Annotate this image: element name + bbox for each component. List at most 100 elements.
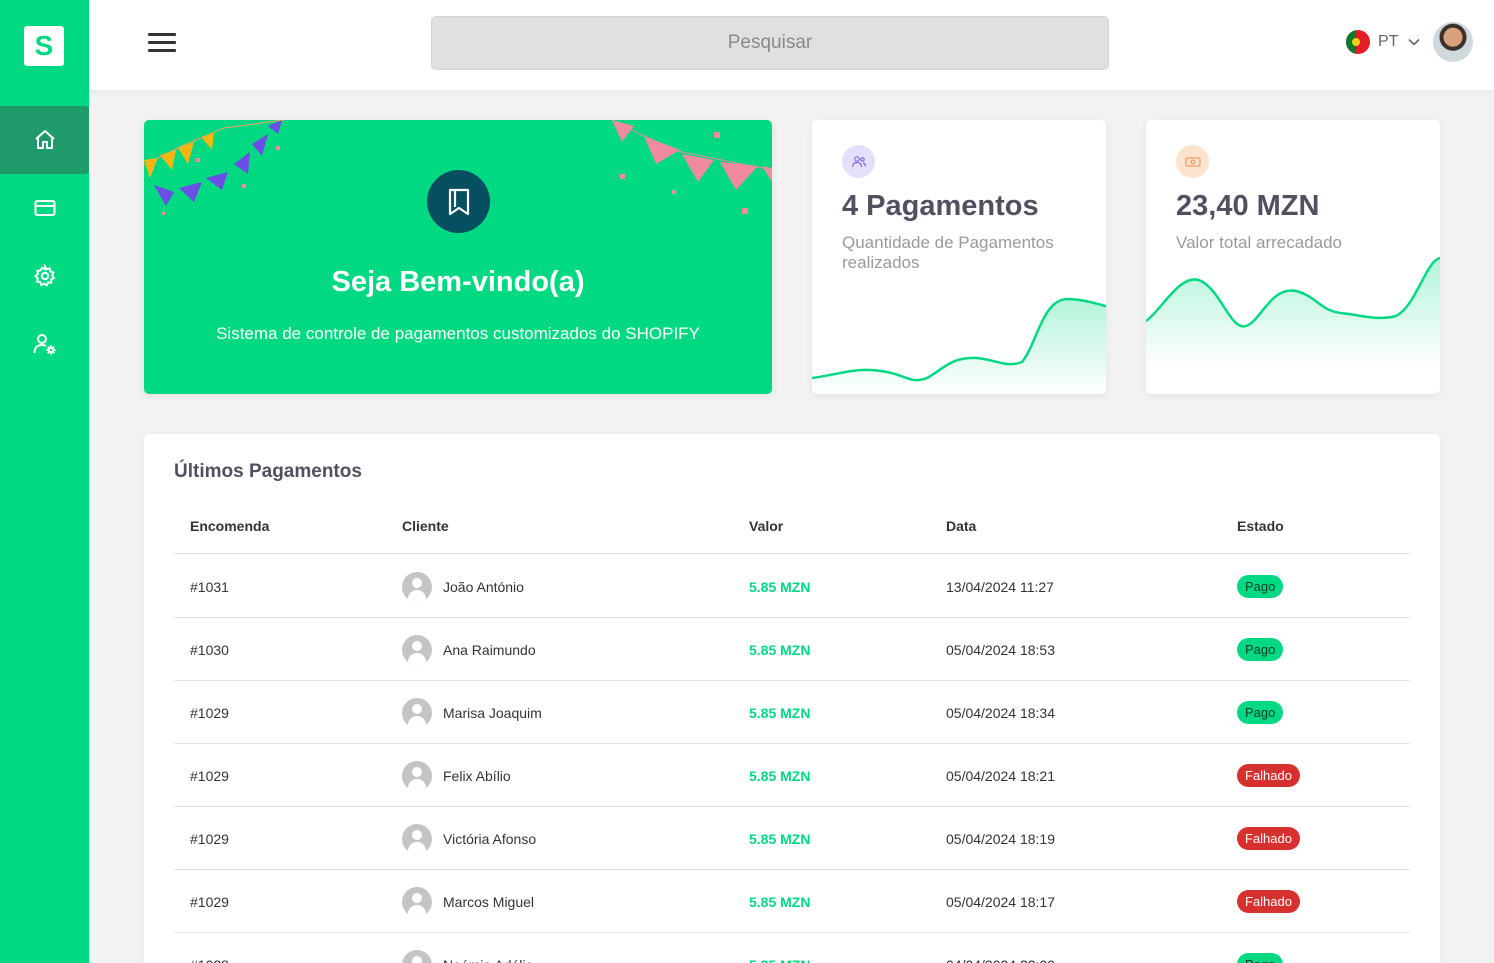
user-avatar[interactable] (1433, 22, 1473, 62)
status-badge: Falhado (1237, 764, 1300, 787)
stat-value: 4 Pagamentos (842, 190, 1039, 222)
amount-cell: 5.85 MZN (749, 641, 811, 658)
date-cell: 05/04/2024 18:19 (946, 830, 1055, 847)
table-row[interactable]: #1029 Marisa Joaquim 5.85 MZN 05/04/2024 18… (174, 681, 1410, 744)
portugal-flag-icon (1346, 30, 1370, 54)
client-name: João António (443, 578, 524, 595)
welcome-subtitle: Sistema de controle de pagamentos custom… (216, 324, 700, 343)
table-header: Encomenda Cliente Valor Data Estado (174, 506, 1410, 554)
stat-card-total-value: 23,40 MZN Valor total arrecadado (1146, 120, 1440, 394)
column-header-status[interactable]: Estado (1237, 518, 1284, 534)
order-cell: #1031 (190, 578, 229, 595)
column-header-order[interactable]: Encomenda (190, 518, 269, 534)
column-header-amount[interactable]: Valor (749, 518, 783, 534)
status-badge: Pago (1237, 638, 1284, 661)
amount-cell: 5.85 MZN (749, 704, 811, 721)
order-cell: #1029 (190, 704, 229, 721)
client-avatar-icon (402, 886, 432, 917)
status-badge: Falhado (1237, 827, 1300, 850)
client-avatar-icon (402, 697, 432, 728)
table-row[interactable]: #1029 Marcos Miguel 5.85 MZN 05/04/2024 18:… (174, 870, 1410, 933)
client-avatar-icon (402, 823, 432, 854)
money-icon (1184, 156, 1201, 167)
hamburger-menu-button[interactable] (148, 33, 176, 53)
table-row[interactable]: #1030 Ana Raimundo 5.85 MZN 05/04/2024 18:5… (174, 618, 1410, 681)
bookmark-book-icon (448, 188, 469, 215)
status-cell: Falhado (1237, 744, 1300, 807)
stat-icon (842, 145, 875, 178)
stat-value: 23,40 MZN (1176, 190, 1320, 222)
settings-gear-icon (33, 264, 55, 287)
stat-icon (1176, 145, 1209, 178)
date-cell: 05/04/2024 18:17 (946, 893, 1055, 910)
order-cell: #1029 (190, 893, 229, 910)
bunting-decoration-left (144, 120, 285, 215)
client-cell: Marcos Miguel (402, 870, 534, 933)
client-name: Felix Abílio (443, 767, 511, 784)
client-avatar-icon (402, 949, 432, 963)
date-cell: 04/04/2024 22:00 (946, 933, 1055, 963)
status-cell: Pago (1237, 681, 1284, 744)
menu-line (148, 41, 176, 44)
language-selector[interactable]: PT (1346, 30, 1421, 54)
sidebar-item-home[interactable] (0, 106, 89, 174)
client-avatar-icon (402, 571, 432, 602)
sparkline-chart (1146, 256, 1440, 366)
table-row[interactable]: #1029 Felix Abílio 5.85 MZN 05/04/2024 18:2… (174, 744, 1410, 807)
app-logo[interactable]: S (24, 26, 64, 66)
client-cell: Noémia Adélia (402, 933, 533, 963)
sidebar-item-payments[interactable] (0, 174, 89, 242)
stat-label: Valor total arrecadado (1176, 233, 1343, 252)
client-name: Noémia Adélia (443, 957, 533, 963)
search-input[interactable] (431, 16, 1109, 70)
sidebar-item-settings[interactable] (0, 242, 89, 310)
bunting-decoration-right (612, 120, 772, 214)
sidebar-item-user-settings[interactable] (0, 310, 89, 378)
stat-label: Quantidade de Pagamentos realizados (842, 233, 1054, 272)
date-cell: 13/04/2024 11:27 (946, 578, 1054, 595)
column-header-date[interactable]: Data (946, 518, 976, 534)
client-name: Marisa Joaquim (443, 704, 542, 721)
menu-line (148, 33, 176, 36)
client-cell: Marisa Joaquim (402, 681, 542, 744)
table-row[interactable]: #1031 João António 5.85 MZN 13/04/2024 11:2… (174, 555, 1410, 618)
status-badge: Falhado (1237, 890, 1300, 913)
order-cell: #1029 (190, 767, 229, 784)
sidebar: S (0, 0, 89, 963)
table-row[interactable]: #1028 Noémia Adélia 5.85 MZN 04/04/2024 22:… (174, 933, 1410, 963)
amount-cell: 5.85 MZN (749, 578, 811, 595)
date-cell: 05/04/2024 18:53 (946, 641, 1055, 658)
menu-line (148, 49, 176, 52)
welcome-icon (427, 170, 490, 233)
client-name: Marcos Miguel (443, 893, 535, 910)
date-cell: 05/04/2024 18:21 (946, 767, 1055, 784)
client-name: Ana Raimundo (443, 641, 536, 658)
status-cell: Pago (1237, 555, 1284, 618)
client-cell: Felix Abílio (402, 744, 511, 807)
table-row[interactable]: #1029 Victória Afonso 5.85 MZN 05/04/2024 1… (174, 807, 1410, 870)
user-settings-icon (33, 334, 55, 355)
status-cell: Falhado (1237, 870, 1300, 933)
amount-cell: 5.85 MZN (749, 767, 811, 784)
payments-table-card: Últimos Pagamentos Encomenda Cliente Val… (144, 434, 1440, 963)
date-cell: 05/04/2024 18:34 (946, 704, 1055, 721)
status-badge: Pago (1237, 701, 1284, 724)
stat-card-payments-count: 4 Pagamentos Quantidade de Pagamentos re… (812, 120, 1106, 394)
language-label: PT (1378, 33, 1399, 50)
users-icon (851, 155, 866, 167)
payments-table-title: Últimos Pagamentos (174, 461, 362, 482)
welcome-title: Seja Bem-vindo(a) (331, 266, 585, 298)
status-cell: Pago (1237, 618, 1284, 681)
status-badge: Pago (1237, 575, 1284, 598)
logo-letter: S (34, 30, 54, 61)
sparkline-chart (812, 297, 1106, 394)
status-badge: Pago (1237, 953, 1284, 963)
welcome-card: Seja Bem-vindo(a) Sistema de controle de… (144, 120, 772, 394)
top-bar: PT (89, 0, 1494, 90)
client-cell: João António (402, 555, 524, 618)
client-cell: Ana Raimundo (402, 618, 536, 681)
column-header-client[interactable]: Cliente (402, 518, 449, 534)
client-cell: Victória Afonso (402, 807, 536, 870)
order-cell: #1028 (190, 933, 229, 963)
client-avatar-icon (402, 760, 432, 791)
